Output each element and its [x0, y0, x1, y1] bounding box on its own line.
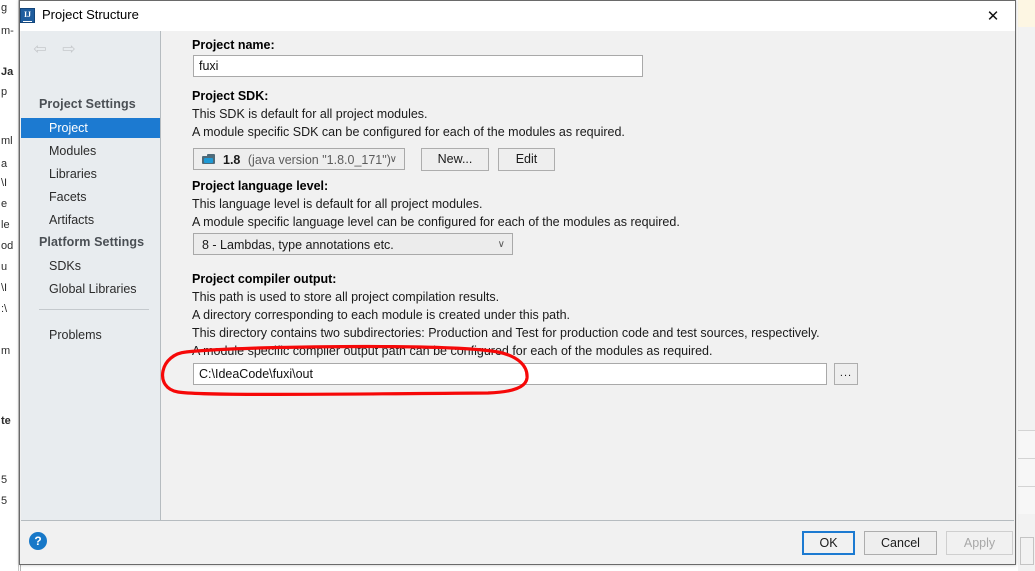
- project-sdk-desc-1: This SDK is default for all project modu…: [192, 107, 428, 121]
- apply-button[interactable]: Apply: [946, 531, 1013, 555]
- language-level-label: Project language level:: [192, 179, 328, 193]
- sidebar-item-problems[interactable]: Problems: [21, 325, 160, 345]
- background-text-fragment: 5: [1, 474, 19, 486]
- dialog-footer: ? OK Cancel Apply: [21, 520, 1014, 564]
- project-sdk-desc-2: A module specific SDK can be configured …: [192, 125, 625, 139]
- background-text-fragment: te: [1, 415, 19, 427]
- project-structure-dialog: IJ Project Structure ✕ ⇦ ⇨ Project Setti…: [19, 0, 1016, 565]
- sidebar-item-artifacts[interactable]: Artifacts: [21, 210, 160, 230]
- sidebar-item-facets[interactable]: Facets: [21, 187, 160, 207]
- help-icon[interactable]: ?: [29, 532, 47, 550]
- background-right-box: [1020, 537, 1034, 565]
- project-sdk-dropdown[interactable]: 1.8 (java version "1.8.0_171") ∨: [193, 148, 405, 170]
- background-right-highlight: [1018, 0, 1035, 27]
- project-settings-panel: Project name: Project SDK: This SDK is d…: [161, 31, 1014, 520]
- sidebar-divider: [39, 309, 149, 310]
- project-sdk-detail: (java version "1.8.0_171"): [248, 153, 391, 167]
- settings-sidebar: ⇦ ⇨ Project Settings Platform Settings Pr…: [21, 31, 161, 520]
- ok-button[interactable]: OK: [802, 531, 855, 555]
- cancel-button[interactable]: Cancel: [864, 531, 937, 555]
- background-text-fragment: od: [1, 240, 19, 252]
- background-right-cell: [1018, 458, 1035, 486]
- background-text-fragment: le: [1, 219, 19, 231]
- project-name-input[interactable]: [193, 55, 643, 77]
- language-level-dropdown[interactable]: 8 - Lambdas, type annotations etc. ∨: [193, 233, 513, 255]
- sidebar-item-global-libraries[interactable]: Global Libraries: [21, 279, 160, 299]
- project-name-label: Project name:: [192, 38, 275, 52]
- sdk-icon: [202, 154, 218, 166]
- background-text-fragment: m-: [1, 25, 19, 37]
- background-text-fragment: u: [1, 261, 19, 273]
- chevron-down-icon: ∨: [390, 149, 397, 171]
- edit-sdk-button[interactable]: Edit: [498, 148, 555, 171]
- background-text-fragment: a: [1, 158, 19, 170]
- background-text-fragment: \I: [1, 177, 19, 189]
- project-sdk-value: 1.8 (java version "1.8.0_171"): [223, 149, 391, 171]
- background-text-fragment: 5: [1, 495, 19, 507]
- background-text-fragment: ml: [1, 135, 19, 147]
- forward-arrow-icon[interactable]: ⇨: [59, 39, 79, 59]
- dialog-titlebar: IJ Project Structure ✕: [20, 1, 1015, 31]
- browse-folder-button[interactable]: ...: [834, 363, 858, 385]
- background-text-fragment: Ja: [1, 66, 19, 78]
- sidebar-item-project[interactable]: Project: [21, 118, 160, 138]
- compiler-output-desc-2: A directory corresponding to each module…: [192, 308, 570, 322]
- dialog-title: Project Structure: [42, 7, 139, 22]
- compiler-output-desc-4: A module specific compiler output path c…: [192, 344, 712, 358]
- sidebar-item-sdks[interactable]: SDKs: [21, 256, 160, 276]
- sidebar-item-libraries[interactable]: Libraries: [21, 164, 160, 184]
- background-text-fragment: g: [1, 2, 19, 14]
- compiler-output-label: Project compiler output:: [192, 272, 336, 286]
- language-level-desc-2: A module specific language level can be …: [192, 215, 680, 229]
- back-arrow-icon[interactable]: ⇦: [30, 39, 50, 59]
- chevron-down-icon: ∨: [498, 234, 505, 256]
- compiler-output-path-input[interactable]: [193, 363, 827, 385]
- language-level-desc-1: This language level is default for all p…: [192, 197, 482, 211]
- background-text-fragment: \I: [1, 282, 19, 294]
- background-text-fragment: p: [1, 86, 19, 98]
- project-sdk-version: 1.8: [223, 153, 240, 167]
- sidebar-group-heading: Project Settings: [39, 97, 136, 111]
- sidebar-item-modules[interactable]: Modules: [21, 141, 160, 161]
- background-right-cell: [1018, 430, 1035, 458]
- language-level-value: 8 - Lambdas, type annotations etc.: [202, 234, 394, 256]
- compiler-output-desc-3: This directory contains two subdirectori…: [192, 326, 820, 340]
- project-sdk-label: Project SDK:: [192, 89, 268, 103]
- new-sdk-button[interactable]: New...: [421, 148, 489, 171]
- background-text-fragment: m: [1, 345, 19, 357]
- navigation-arrows: ⇦ ⇨: [30, 39, 100, 61]
- background-text-fragment: e: [1, 198, 19, 210]
- sidebar-group-heading: Platform Settings: [39, 235, 144, 249]
- background-right-cell: [1018, 486, 1035, 514]
- background-text-fragment: :\: [1, 303, 19, 315]
- compiler-output-desc-1: This path is used to store all project c…: [192, 290, 499, 304]
- close-icon[interactable]: ✕: [971, 1, 1015, 30]
- intellij-idea-icon: IJ: [20, 8, 35, 23]
